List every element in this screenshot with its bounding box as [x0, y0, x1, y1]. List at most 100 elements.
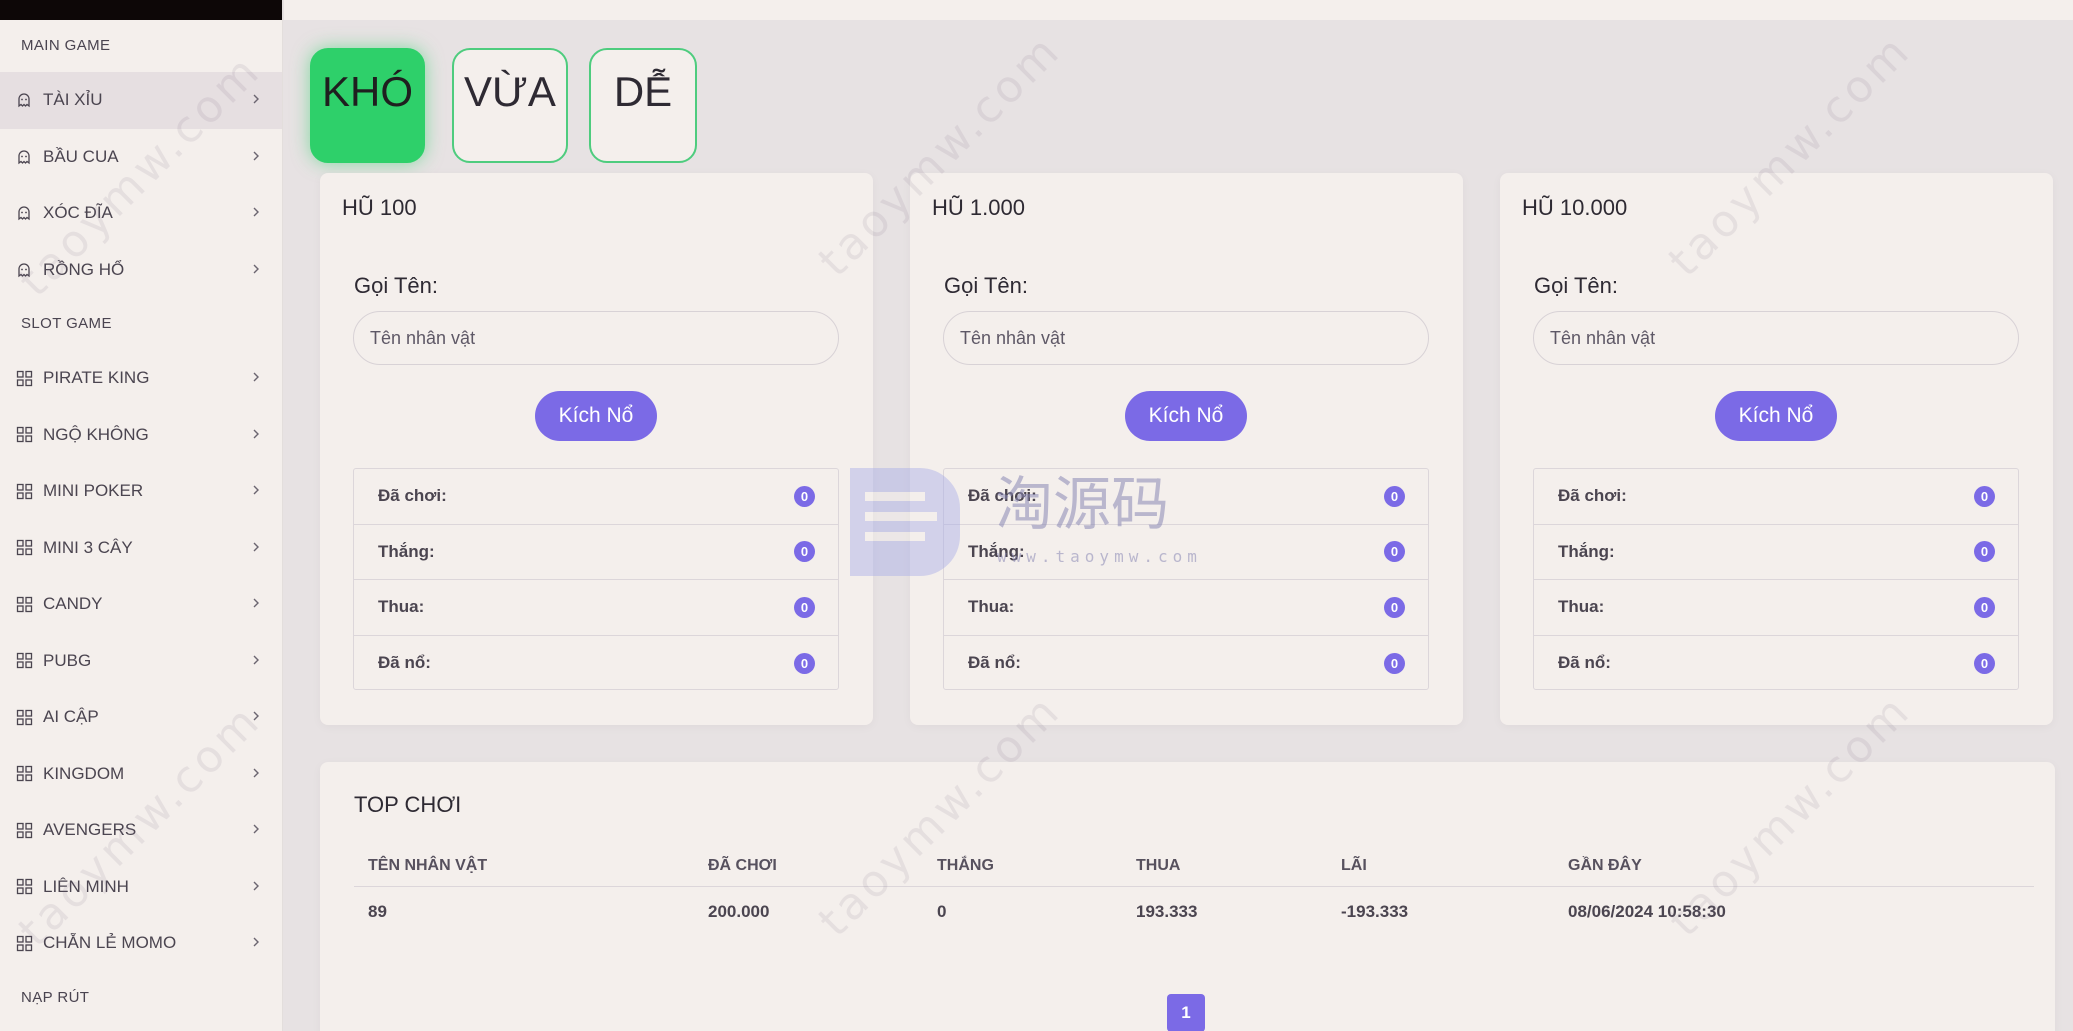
- grid-icon: [14, 425, 34, 445]
- grid-icon: [14, 481, 34, 501]
- sidebar: MAIN GAME TÀI XỈU BẦU CUA XÓC ĐĨA RỒNG HỔ S…: [0, 0, 283, 1031]
- trigger-jackpot-button[interactable]: Kích Nổ: [535, 391, 657, 441]
- sidebar-item-avengers[interactable]: AVENGERS: [0, 802, 282, 859]
- grid-icon: [14, 877, 34, 897]
- column-header: THẮNG: [923, 846, 1122, 887]
- tab-label: VỪA: [464, 68, 556, 115]
- sidebar-item-pirate-king[interactable]: PIRATE KING: [0, 350, 282, 407]
- stat-label: Đã nổ:: [378, 653, 431, 673]
- stat-count-badge: 0: [1384, 652, 1405, 674]
- tab-de[interactable]: DỄ: [589, 48, 697, 163]
- sidebar-item-label: RỒNG HỔ: [43, 259, 125, 279]
- stat-label: Đã nổ:: [968, 653, 1021, 673]
- stat-lost: Thua: 0: [1534, 580, 2018, 636]
- name-label: Gọi Tên:: [1534, 273, 1618, 298]
- stat-count-badge: 0: [794, 485, 815, 507]
- grid-icon: [14, 594, 34, 614]
- cell-name: 89: [368, 902, 387, 922]
- sidebar-item-bầu-cua[interactable]: BẦU CUA: [0, 129, 282, 186]
- grid-icon: [14, 933, 34, 953]
- cell-played: 200.000: [708, 902, 770, 922]
- sidebar-item-mini-3-cây[interactable]: MINI 3 CÂY: [0, 520, 282, 577]
- stat-count-badge: 0: [1974, 541, 1995, 563]
- stats-list: Đã chơi: 0 Thắng: 0 Thua: 0 Đã nổ: 0: [943, 468, 1429, 690]
- sidebar-item-pubg[interactable]: PUBG: [0, 633, 282, 690]
- chevron-right-icon: [250, 90, 262, 110]
- sidebar-item-label: TÀI XỈU: [43, 90, 103, 110]
- column-header: LÃI: [1327, 846, 1554, 887]
- ghost-icon: [14, 147, 34, 167]
- cell-lost: 193.333: [1136, 902, 1198, 922]
- sidebar-item-rồng-hổ[interactable]: RỒNG HỔ: [0, 242, 282, 299]
- sidebar-item-xóc-đĩa[interactable]: XÓC ĐĨA: [0, 185, 282, 242]
- top-players-card: TOP CHƠI TÊN NHÂN VẬT ĐÃ CHƠI THẮNG THUA…: [320, 762, 2055, 1031]
- cell-profit: -193.333: [1341, 902, 1409, 922]
- sidebar-item-kingdom[interactable]: KINGDOM: [0, 746, 282, 803]
- character-name-input[interactable]: [1533, 311, 2019, 365]
- sidebar-item-label: XÓC ĐĨA: [43, 203, 113, 223]
- tab-kho[interactable]: KHÓ: [310, 48, 425, 163]
- chevron-right-icon: [250, 425, 262, 445]
- stat-label: Thắng:: [378, 541, 435, 561]
- sidebar-item-liên-minh[interactable]: LIÊN MINH: [0, 859, 282, 916]
- jackpot-title: HŨ 1.000: [932, 195, 1025, 220]
- stats-list: Đã chơi: 0 Thắng: 0 Thua: 0 Đã nổ: 0: [353, 468, 839, 690]
- stat-played: Đã chơi: 0: [1534, 469, 2018, 525]
- stat-count-badge: 0: [1384, 541, 1405, 563]
- jackpot-card: HŨ 100Gọi Tên:Kích NổĐã chơi:0Thắng:0Thu…: [320, 173, 873, 725]
- stat-played: Đã chơi: 0: [354, 469, 838, 525]
- stat-count-badge: 0: [1974, 596, 1995, 618]
- sidebar-item-label: BẦU CUA: [43, 146, 119, 166]
- sidebar-item-label: NGỘ KHÔNG: [43, 424, 149, 444]
- sidebar-item-tài-xỉu[interactable]: TÀI XỈU: [0, 72, 282, 129]
- chevron-right-icon: [250, 368, 262, 388]
- stat-exploded: Đã nổ: 0: [944, 636, 1428, 692]
- sidebar-item-ai-cập[interactable]: AI CẬP: [0, 689, 282, 746]
- column-header: TÊN NHÂN VẬT: [354, 846, 694, 887]
- sidebar-item-ngộ-không[interactable]: NGỘ KHÔNG: [0, 407, 282, 464]
- chevron-right-icon: [250, 820, 262, 840]
- top-players-title: TOP CHƠI: [354, 792, 462, 817]
- grid-icon: [14, 368, 34, 388]
- section-header-main-game: MAIN GAME: [21, 37, 111, 54]
- trigger-jackpot-button[interactable]: Kích Nổ: [1715, 391, 1837, 441]
- character-name-input[interactable]: [943, 311, 1429, 365]
- chevron-right-icon: [250, 594, 262, 614]
- stat-count-badge: 0: [1384, 485, 1405, 507]
- stat-count-badge: 0: [1974, 652, 1995, 674]
- grid-icon: [14, 538, 34, 558]
- tab-vua[interactable]: VỪA: [452, 48, 568, 163]
- table-header-row: TÊN NHÂN VẬT ĐÃ CHƠI THẮNG THUA LÃI GẦN …: [354, 846, 2034, 887]
- table-row: 89 200.000 0 193.333 -193.333 08/06/2024…: [354, 886, 2034, 938]
- tab-label: KHÓ: [321, 68, 413, 115]
- stat-lost: Thua: 0: [944, 580, 1428, 636]
- chevron-right-icon: [250, 260, 262, 280]
- stat-played: Đã chơi: 0: [944, 469, 1428, 525]
- sidebar-item-label: CANDY: [43, 594, 103, 614]
- column-header: ĐÃ CHƠI: [694, 846, 923, 887]
- stat-exploded: Đã nổ: 0: [354, 636, 838, 692]
- jackpot-title: HŨ 100: [342, 195, 417, 220]
- sidebar-item-chẵn-lẻ-momo[interactable]: CHẴN LẺ MOMO: [0, 915, 282, 972]
- stat-count-badge: 0: [1974, 485, 1995, 507]
- sidebar-item-label: PUBG: [43, 650, 92, 670]
- sidebar-item-mini-poker[interactable]: MINI POKER: [0, 463, 282, 520]
- name-label: Gọi Tên:: [944, 273, 1028, 298]
- column-header: THUA: [1122, 846, 1327, 887]
- sidebar-item-label: CHẴN LẺ MOMO: [43, 933, 177, 953]
- stat-label: Thắng:: [968, 541, 1025, 561]
- sidebar-item-label: AI CẬP: [43, 707, 99, 727]
- section-header-slot-game: SLOT GAME: [21, 315, 112, 332]
- sidebar-item-label: LIÊN MINH: [43, 876, 129, 896]
- grid-icon: [14, 707, 34, 727]
- stat-label: Đã nổ:: [1558, 653, 1611, 673]
- sidebar-item-candy[interactable]: CANDY: [0, 576, 282, 633]
- stat-label: Đã chơi:: [968, 486, 1037, 506]
- stat-lost: Thua: 0: [354, 580, 838, 636]
- trigger-jackpot-button[interactable]: Kích Nổ: [1125, 391, 1247, 441]
- grid-icon: [14, 651, 34, 671]
- sidebar-item-label: AVENGERS: [43, 820, 137, 840]
- character-name-input[interactable]: [353, 311, 839, 365]
- stat-won: Thắng: 0: [1534, 525, 2018, 580]
- pagination-page-1[interactable]: 1: [1167, 994, 1205, 1031]
